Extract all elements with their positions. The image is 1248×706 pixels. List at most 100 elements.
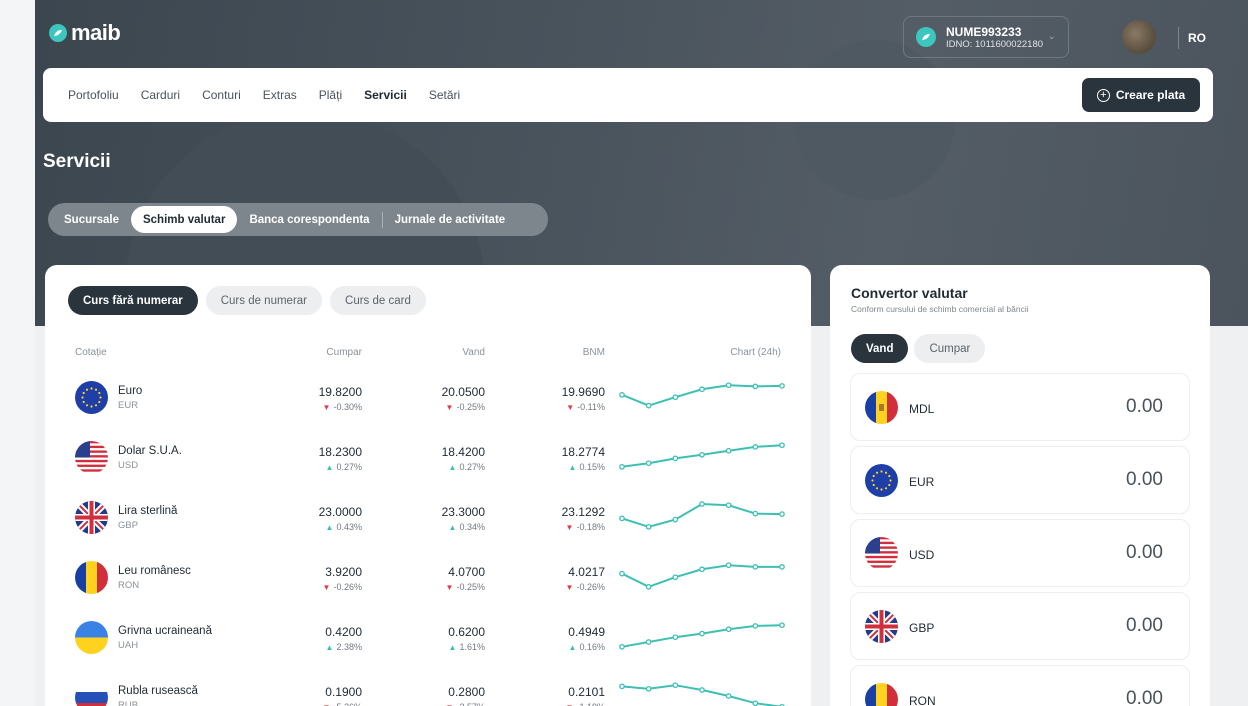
rate-row[interactable]: Lira sterlină GBP 23.0000 ▲ 0.43% 23.3000 ▲ 0.3… bbox=[45, 493, 811, 553]
nav-item-carduri[interactable]: Carduri bbox=[141, 88, 180, 102]
bnm-rate: 18.2774 bbox=[561, 445, 605, 459]
md-flag-icon bbox=[865, 391, 898, 424]
arrow-down-icon: ▼ bbox=[322, 403, 331, 412]
nav-item-setari[interactable]: Setări bbox=[429, 88, 460, 102]
rate-row[interactable]: Euro EUR 19.8200 ▼ -0.30% 20.0500 ▼ -0.25% 19.96… bbox=[45, 373, 811, 433]
converter-amount-input[interactable]: 0.00 bbox=[1126, 688, 1163, 706]
ro-flag-icon bbox=[75, 561, 108, 594]
converter-amount-input[interactable]: 0.00 bbox=[1126, 396, 1163, 418]
buy-change-value: 2.38% bbox=[336, 642, 362, 652]
arrow-up-icon: ▲ bbox=[448, 643, 457, 652]
uk-flag-icon bbox=[75, 501, 108, 534]
bnm-change: ▼ -0.26% bbox=[505, 582, 605, 592]
sell-change: ▲ 1.61% bbox=[385, 642, 485, 652]
sparkline-point bbox=[645, 639, 652, 645]
sparkline-line bbox=[621, 502, 783, 528]
language-switch[interactable]: RO bbox=[1188, 31, 1206, 45]
converter-row-usd[interactable]: USD 0.00 bbox=[850, 519, 1190, 587]
bnm-change-value: -0.11% bbox=[577, 402, 605, 412]
account-selector[interactable]: NUME993233 IDNO: 1011600022180 ⌄ bbox=[903, 16, 1069, 58]
bnm-change-value: 0.16% bbox=[579, 642, 605, 652]
arrow-down-icon: ▼ bbox=[445, 403, 454, 412]
converter-amount-input[interactable]: 0.00 bbox=[1126, 615, 1163, 637]
uk-flag-icon bbox=[865, 610, 898, 643]
nav-item-portofoliu[interactable]: Portofoliu bbox=[68, 88, 119, 102]
col-buy-header: Cumpar bbox=[326, 347, 362, 358]
arrow-up-icon: ▲ bbox=[448, 463, 457, 472]
create-payment-button[interactable]: + Creare plata bbox=[1082, 78, 1200, 112]
buy-change-value: -0.30% bbox=[333, 402, 362, 412]
buy-rate: 19.8200 bbox=[318, 385, 362, 399]
arrow-down-icon: ▼ bbox=[445, 583, 454, 592]
currency-converter-card: Convertor valutar Conform cursului de sc… bbox=[830, 265, 1210, 706]
tab-schimb-valutar[interactable]: Schimb valutar bbox=[130, 206, 238, 233]
arrow-down-icon: ▼ bbox=[566, 403, 575, 412]
nav-item-plati[interactable]: Plăți bbox=[319, 88, 342, 102]
ro-flag-icon bbox=[865, 683, 898, 706]
sell-rate: 0.6200 bbox=[448, 625, 485, 639]
sparkline-point bbox=[699, 687, 705, 693]
rate-row[interactable]: Grivna ucraineană UAH 0.4200 ▲ 2.38% 0.6200 ▲ 1… bbox=[45, 613, 811, 673]
tab-sucursale[interactable]: Sucursale bbox=[52, 206, 131, 233]
sparkline-point bbox=[645, 402, 652, 409]
sell-rate: 4.0700 bbox=[448, 565, 485, 579]
arrow-up-icon: ▲ bbox=[325, 523, 334, 532]
converter-tab-cumpar[interactable]: Cumpar bbox=[914, 334, 986, 363]
sparkline-point bbox=[752, 700, 759, 706]
converter-amount-input[interactable]: 0.00 bbox=[1126, 542, 1163, 564]
ru-flag-icon bbox=[75, 681, 108, 706]
ua-flag-icon bbox=[75, 621, 108, 654]
rate-tab-curs-fara-numerar[interactable]: Curs fără numerar bbox=[68, 286, 198, 315]
rate-tab-curs-de-card[interactable]: Curs de card bbox=[330, 286, 426, 315]
converter-currency-code: EUR bbox=[909, 475, 935, 489]
converter-row-ron[interactable]: RON 0.00 bbox=[850, 665, 1190, 706]
nav-item-extras[interactable]: Extras bbox=[263, 88, 297, 102]
converter-title: Convertor valutar bbox=[851, 285, 968, 301]
buy-change: ▲ 2.38% bbox=[262, 642, 362, 652]
sell-change-value: -0.25% bbox=[456, 402, 485, 412]
converter-tab-vand[interactable]: Vand bbox=[851, 334, 909, 363]
rate-row[interactable]: Rubla rusească RUB 0.1900 ▼-5.26% 0.2800 ▼-3.… bbox=[45, 673, 811, 706]
bnm-rate: 23.1292 bbox=[561, 505, 605, 519]
sparkline-point bbox=[645, 523, 652, 530]
sparkline-point bbox=[619, 515, 625, 522]
currency-code: RUB bbox=[118, 700, 139, 706]
bnm-rate: 4.0217 bbox=[568, 565, 605, 579]
avatar[interactable] bbox=[1122, 20, 1156, 54]
rate-row[interactable]: Dolar S.U.A. USD 18.2300 ▲ 0.27% 18.4200 ▲ 0.27… bbox=[45, 433, 811, 493]
sparkline-point bbox=[619, 463, 625, 470]
currency-name: Leu românesc bbox=[118, 565, 191, 577]
col-sell-header: Vand bbox=[462, 347, 485, 358]
sparkline-point bbox=[672, 455, 679, 462]
arrow-up-icon: ▲ bbox=[325, 463, 334, 472]
converter-row-gbp[interactable]: GBP 0.00 bbox=[850, 592, 1190, 660]
buy-change: ▼-5.26% bbox=[262, 702, 362, 706]
rate-row[interactable]: Leu românesc RON 3.9200 ▼ -0.26% 4.0700 ▼ -0.25… bbox=[45, 553, 811, 613]
sparkline-point bbox=[725, 626, 732, 633]
sell-rate: 18.4200 bbox=[441, 445, 485, 459]
maib-logo[interactable]: maib bbox=[49, 20, 121, 46]
currency-name: Euro bbox=[118, 385, 143, 397]
bnm-change-value: -0.26% bbox=[576, 582, 605, 592]
converter-row-mdl[interactable]: MDL 0.00 bbox=[850, 373, 1190, 441]
sparkline-point bbox=[752, 444, 759, 450]
sparkline-point bbox=[752, 623, 759, 629]
sparkline-point bbox=[672, 574, 679, 581]
tab-banca-corespondenta[interactable]: Banca corespondenta bbox=[237, 206, 381, 233]
sparkline-point bbox=[699, 451, 705, 458]
currency-name: Grivna ucraineană bbox=[118, 625, 212, 637]
tab-jurnale-de-activitate[interactable]: Jurnale de activitate bbox=[383, 206, 518, 233]
converter-amount-input[interactable]: 0.00 bbox=[1126, 469, 1163, 491]
currency-code: GBP bbox=[118, 520, 139, 531]
bnm-rate: 0.4949 bbox=[568, 625, 605, 639]
converter-row-eur[interactable]: EUR 0.00 bbox=[850, 446, 1190, 514]
sell-change: ▲ 0.27% bbox=[385, 462, 485, 472]
converter-currency-code: RON bbox=[909, 694, 936, 706]
bnm-change: ▲ 0.16% bbox=[505, 642, 605, 652]
converter-currency-code: GBP bbox=[909, 621, 935, 635]
sell-change-value: -0.25% bbox=[456, 582, 485, 592]
nav-item-conturi[interactable]: Conturi bbox=[202, 88, 241, 102]
rate-tab-curs-de-numerar[interactable]: Curs de numerar bbox=[205, 286, 323, 315]
sparkline-point bbox=[752, 564, 759, 570]
nav-item-servicii[interactable]: Servicii bbox=[364, 88, 407, 102]
